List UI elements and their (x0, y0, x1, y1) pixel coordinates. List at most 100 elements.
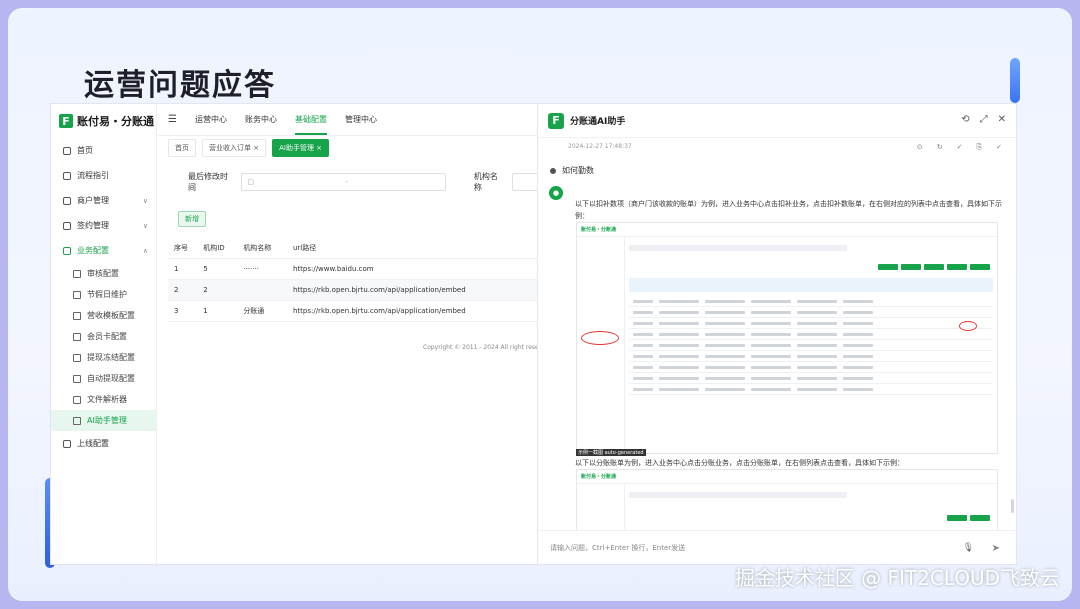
date-range-input[interactable]: ▢ - (240, 173, 446, 191)
th-org-id: 机构ID (197, 238, 238, 259)
robot-icon (73, 416, 81, 425)
sidebar-sub-auto[interactable]: 自动提现配置 (51, 368, 156, 389)
sidebar-item-business-config[interactable]: 业务配置 ∧ (51, 238, 156, 263)
dislike-icon[interactable]: ✓ (996, 143, 1002, 152)
mini-topbar (577, 223, 997, 237)
table-row[interactable]: 1 5 ······· https://www.baidu.com (168, 258, 539, 280)
cell: 3 (168, 300, 198, 322)
sidebar-sub-audit[interactable]: 审核配置 (51, 263, 156, 284)
sidebar-label: 流程指引 (77, 171, 109, 180)
org-name-input[interactable] (512, 173, 539, 191)
sidebar-sub-parser[interactable]: 文件解析器 (51, 389, 156, 410)
sidebar-sub-label: 文件解析器 (87, 395, 127, 404)
sidebar-sub-label: 节假日维护 (87, 290, 127, 299)
mini-sidebar (577, 484, 625, 530)
cell: 1 (197, 300, 238, 322)
sidebar: F 账付易・分账通 首页 流程指引 商户管理 ∨ 签约管理 ∨ 业务配置 ∧ 审核配置… (51, 104, 157, 564)
microphone-icon[interactable]: 🎙 (963, 543, 974, 553)
mini-topbar (577, 470, 997, 484)
chat-input-placeholder: 请输入问题，Ctrl+Enter 换行，Enter发送 (550, 543, 686, 552)
send-icon[interactable]: ➤ (992, 543, 1000, 554)
answer-screenshot-1: 账付易・分账通 (576, 222, 998, 454)
sidebar-sub-ai[interactable]: AI助手管理 (51, 410, 156, 431)
copy-icon[interactable]: ⊙ (917, 143, 923, 152)
brand-name: 账付易・分账通 (77, 115, 154, 128)
sidebar-item-merchant[interactable]: 商户管理 ∨ (51, 188, 156, 213)
cell: https://rkb.open.bjrtu.com/api/applicati… (286, 300, 539, 322)
highlight-circle (581, 331, 619, 345)
table-row[interactable]: 3 1 分账通 https://rkb.open.bjrtu.com/api/a… (168, 300, 539, 322)
th-index: 序号 (168, 238, 198, 259)
like-icon[interactable]: ✓ (957, 143, 963, 152)
filter-label: 最后修改时间 (188, 172, 228, 192)
sidebar-sub-label: 自动提现配置 (87, 374, 135, 383)
refresh-icon[interactable]: ↻ (937, 143, 943, 152)
tab-home[interactable]: 首页 (168, 139, 196, 157)
cell: 2 (197, 279, 238, 301)
chat-input[interactable]: 请输入问题，Ctrl+Enter 换行，Enter发送 (538, 530, 1016, 564)
cell: 分账通 (237, 300, 287, 322)
chevron-up-icon: ∧ (142, 246, 148, 255)
copyright: Copyright © 2011 - 2024 All right rese (423, 344, 539, 351)
date-sep: - (345, 178, 348, 186)
sidebar-sub-card[interactable]: 会员卡配置 (51, 326, 156, 347)
expand-icon[interactable]: ⤢ (980, 114, 988, 125)
question-text: 如何勤数 (562, 166, 594, 175)
config-icon (63, 246, 71, 255)
sidebar-label: 首页 (77, 146, 93, 155)
tab-ai-manage[interactable]: AI助手管理 × (272, 139, 330, 157)
data-table: 序号 机构ID 机构名称 url路径 1 5 ······· https://w… (168, 238, 539, 322)
top-nav-item[interactable]: 账务中心 (245, 114, 277, 125)
contract-icon (63, 221, 71, 230)
sidebar-sub-revenue[interactable]: 营收模板配置 (51, 305, 156, 326)
sidebar-sub-label: AI助手管理 (87, 416, 127, 425)
user-question: 如何勤数 (550, 165, 594, 176)
answer-screenshot-2: 账付易・分账通 (576, 469, 998, 530)
mini-brand: 账付易・分账通 (581, 227, 617, 233)
sidebar-label: 商户管理 (77, 196, 109, 205)
slide-title: 运营问题应答 (84, 68, 276, 103)
add-button[interactable]: 新增 (178, 211, 206, 227)
history-icon[interactable]: ⟲ (961, 114, 969, 125)
auto-icon (73, 374, 81, 383)
audit-icon (73, 269, 81, 278)
sidebar-item-guide[interactable]: 流程指引 (51, 163, 156, 188)
cell: https://rkb.open.bjrtu.com/api/applicati… (286, 279, 539, 301)
sidebar-sub-label: 会员卡配置 (87, 332, 127, 341)
sidebar-sub-holiday[interactable]: 节假日维护 (51, 284, 156, 305)
answer-text-2: 以下以分账账单为例，进入业务中心点击分账业务，点击分账账单，在右侧列表点击查看，… (575, 459, 904, 467)
calendar-icon: ▢ (247, 178, 255, 186)
filter-bar: 最后修改时间 ▢ - 机构名称 (158, 168, 539, 196)
calendar-icon (73, 290, 81, 299)
sidebar-sub-label: 营收模板配置 (87, 311, 135, 320)
mini-brand: 账付易・分账通 (581, 474, 617, 480)
tab-revenue-order[interactable]: 营业收入订单 × (202, 139, 267, 157)
accent-bar-right (1010, 58, 1020, 103)
top-nav-item-active[interactable]: 基础配置 (294, 114, 327, 135)
sidebar-item-home[interactable]: 首页 (51, 138, 156, 163)
user-avatar-icon (550, 167, 556, 174)
assistant-logo-icon: F (548, 112, 564, 129)
sidebar-sub-freeze[interactable]: 提现冻结配置 (51, 347, 156, 368)
card-icon (73, 332, 81, 341)
close-icon[interactable]: ✕ (998, 114, 1006, 125)
top-nav: ☰ 运营中心 账务中心 基础配置 管理中心 (158, 104, 539, 136)
file-icon (73, 395, 81, 404)
sidebar-item-online[interactable]: 上线配置 (51, 431, 156, 456)
template-icon (73, 311, 81, 320)
menu-icon[interactable]: ☰ (168, 114, 177, 125)
share-icon[interactable]: ⎘ (977, 143, 983, 152)
filter-label-org: 机构名称 (473, 172, 498, 192)
sidebar-item-contract[interactable]: 签约管理 ∨ (51, 213, 156, 238)
cell: ······· (237, 258, 287, 280)
mini-main (629, 241, 993, 449)
sidebar-label: 业务配置 (77, 246, 109, 255)
tabs-bar: 首页 营业收入订单 × AI助手管理 × (158, 137, 539, 159)
top-nav-item[interactable]: 运营中心 (195, 114, 227, 125)
sidebar-label: 签约管理 (77, 221, 109, 230)
scrollbar[interactable] (1011, 499, 1014, 513)
th-url: url路径 (286, 238, 539, 259)
top-nav-item[interactable]: 管理中心 (345, 114, 377, 125)
table-row[interactable]: 2 2 https://rkb.open.bjrtu.com/api/appli… (168, 279, 539, 301)
panel-header: F 分账通AI助手 ⟲ ⤢ ✕ (538, 104, 1016, 138)
